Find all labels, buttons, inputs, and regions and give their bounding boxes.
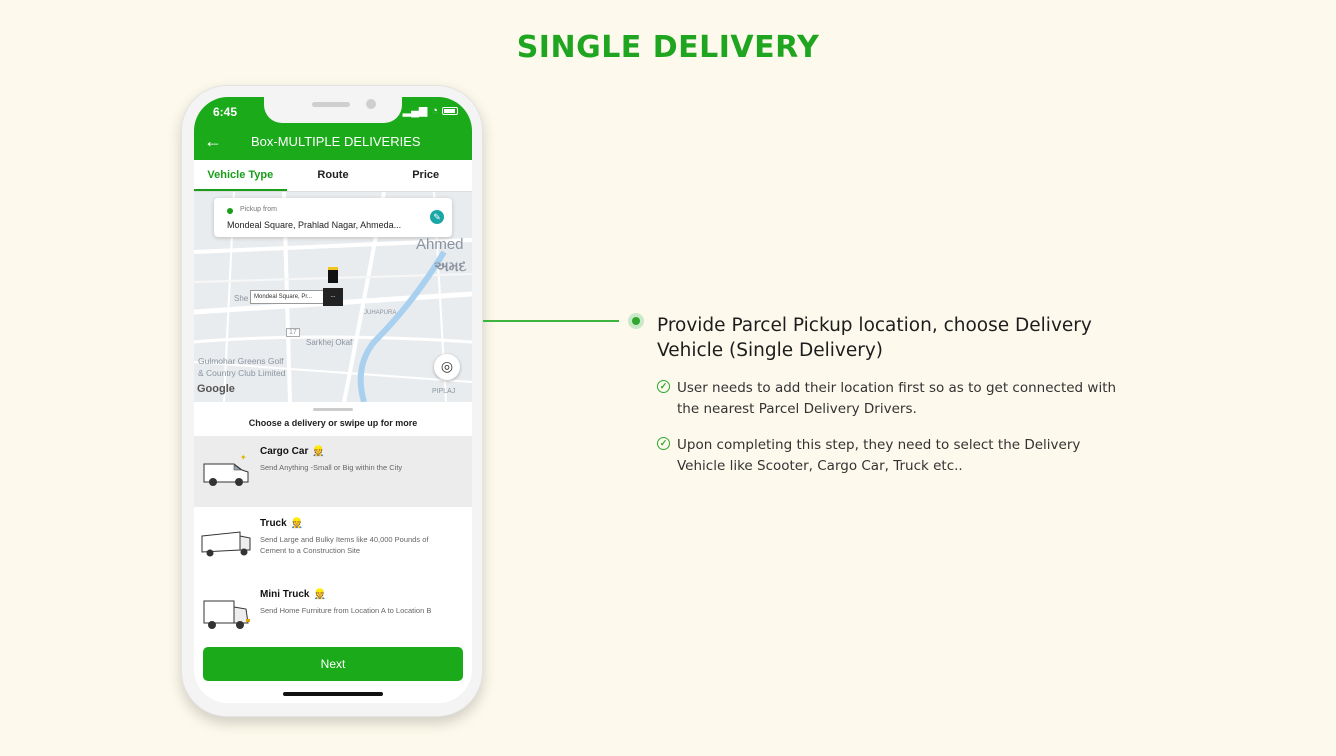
worker-badge-icon: 👷	[290, 518, 304, 529]
status-time: 6:45	[213, 105, 238, 119]
map-label: PIPLAJ	[432, 388, 456, 395]
battery-icon	[442, 106, 458, 115]
vehicle-description: Send Large and Bulky Items like 40,000 P…	[260, 535, 429, 555]
home-indicator	[283, 692, 383, 696]
worker-badge-icon: 👷	[312, 446, 325, 457]
wifi-icon: ◔	[431, 104, 438, 117]
pickup-card[interactable]: Pickup from Mondeal Square, Prahlad Naga…	[214, 198, 452, 237]
page-title: SINGLE DELIVERY	[516, 30, 820, 65]
check-circle-icon: ✓	[657, 437, 670, 450]
vehicle-option-cargo-car[interactable]: ✦ Cargo Car 👷 Send Anything -Small or Big…	[194, 436, 472, 507]
vehicle-description: Send Home Furniture from Location A to L…	[260, 606, 432, 615]
pickup-dot	[227, 208, 233, 214]
map-label: Sarkhej Okaf	[306, 338, 353, 347]
map-pin-icon	[328, 267, 338, 283]
vehicle-option-truck[interactable]: Truck 👷 Send Large and Bulky Items like 4…	[194, 508, 472, 579]
status-icons: ▂▄▆ ◔	[403, 104, 458, 117]
phone-mockup: 6:45 ▂▄▆ ◔ ← Box-MULTIPLE DELIVERIES Veh…	[181, 85, 483, 717]
feature-point-text: Upon completing this step, they need to …	[677, 437, 1081, 474]
map-label: JUHAPURA	[364, 310, 397, 316]
map-label: અમદ	[434, 258, 467, 274]
signal-icon: ▂▄▆	[402, 105, 428, 117]
truck-icon	[201, 531, 251, 557]
tab-route[interactable]: Route	[287, 160, 380, 191]
google-logo: Google	[197, 383, 235, 395]
camera	[366, 99, 376, 109]
phone-notch	[264, 97, 402, 123]
pickup-label: Pickup from	[240, 206, 277, 213]
map-label: Ahmed	[416, 236, 464, 253]
map-pin-label: Mondeal Square, Pr...	[250, 290, 324, 304]
connector-line	[483, 320, 619, 322]
drag-handle[interactable]	[313, 408, 353, 411]
svg-text:✦: ✦	[240, 453, 247, 462]
cargo-van-icon: ✦	[203, 453, 249, 486]
app-title: Box-MULTIPLE DELIVERIES	[251, 134, 421, 149]
tab-bar: Vehicle Type Route Price	[194, 160, 472, 192]
speaker	[312, 102, 350, 107]
next-button[interactable]: Next	[203, 647, 463, 681]
map-label: She	[234, 294, 249, 303]
edit-pencil-icon[interactable]: ✎	[430, 210, 444, 224]
pickup-address: Mondeal Square, Prahlad Nagar, Ahmeda...	[227, 220, 402, 230]
map-pin-badge: ...	[323, 288, 343, 306]
map-label: & Country Club Limited	[198, 368, 286, 378]
arrow-left-icon[interactable]: ←	[204, 131, 222, 151]
worker-badge-icon: 👷	[313, 589, 326, 600]
my-location-icon[interactable]: ◎	[434, 354, 460, 380]
feature-point-text: User needs to add their location first s…	[677, 380, 1117, 417]
check-circle-icon: ✓	[657, 380, 670, 393]
vehicle-name: Cargo Car 👷	[260, 446, 325, 457]
tab-vehicle-type[interactable]: Vehicle Type	[194, 160, 287, 191]
tab-price[interactable]: Price	[379, 160, 472, 191]
vehicle-description: Send Anything -Small or Big within the C…	[260, 463, 403, 472]
highway-shield: 17	[286, 328, 300, 337]
vehicle-name: Truck 👷	[260, 518, 304, 529]
vehicle-option-mini-truck[interactable]: Mini Truck 👷 Send Home Furniture from Loc…	[194, 579, 472, 650]
map-label: Gulmohar Greens Golf	[198, 356, 284, 366]
callout-title: Provide Parcel Pickup location, choose D…	[657, 315, 1092, 361]
sheet-heading: Choose a delivery or swipe up for more	[248, 418, 418, 428]
vehicle-name: Mini Truck 👷	[260, 589, 326, 600]
phone-screen: 6:45 ▂▄▆ ◔ ← Box-MULTIPLE DELIVERIES Veh…	[194, 97, 472, 703]
mini-truck-icon	[203, 600, 250, 629]
callout-dot-icon	[628, 313, 644, 329]
map-view[interactable]: Pickup from Mondeal Square, Prahlad Naga…	[194, 192, 472, 402]
